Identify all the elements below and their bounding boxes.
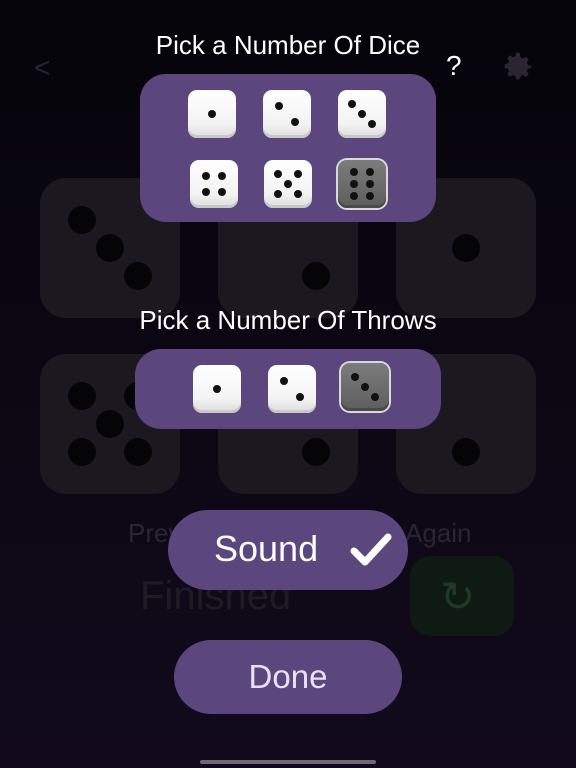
reload-icon: ↻ — [440, 573, 476, 620]
dice-count-option-6[interactable] — [338, 160, 386, 208]
sound-toggle-button[interactable]: Sound — [168, 510, 408, 590]
home-indicator — [200, 760, 376, 764]
throws-count-option-1[interactable] — [193, 365, 241, 413]
sound-label: Sound — [214, 528, 319, 569]
done-button[interactable]: Done — [174, 640, 402, 714]
done-label: Done — [248, 658, 328, 695]
dice-count-option-3[interactable] — [338, 90, 386, 138]
dice-count-option-1[interactable] — [188, 90, 236, 138]
again-label: Again — [405, 518, 472, 548]
dice-count-option-4[interactable] — [190, 160, 238, 208]
checkmark-icon — [350, 533, 392, 566]
dice-picker-title: Pick a Number Of Dice — [155, 30, 421, 60]
dice-count-option-2[interactable] — [263, 90, 311, 138]
throws-count-option-3[interactable] — [341, 363, 389, 411]
help-button[interactable]: ? — [446, 50, 462, 82]
dice-count-panel — [140, 74, 436, 222]
throws-picker-title: Pick a Number Of Throws — [139, 305, 437, 335]
throws-count-option-2[interactable] — [268, 365, 316, 413]
throws-count-panel — [135, 349, 441, 429]
dice-count-option-5[interactable] — [264, 160, 312, 208]
reload-button: ↻ — [410, 556, 514, 636]
